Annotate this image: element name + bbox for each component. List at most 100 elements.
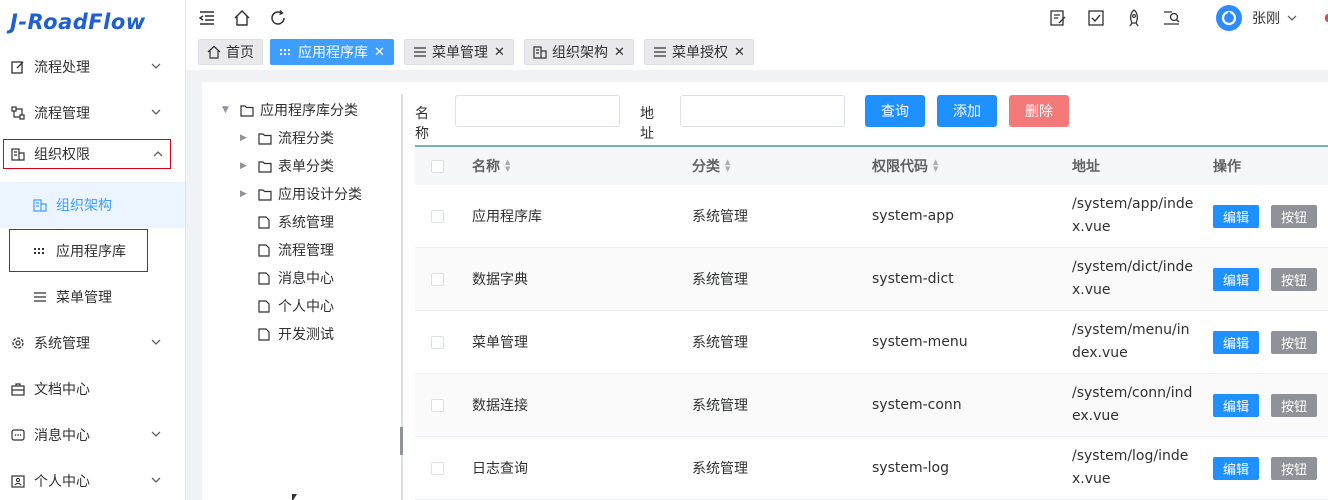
tab-menu-auth[interactable]: 菜单授权 ✕ [644,39,754,65]
document-icon [258,271,272,285]
row-checkbox[interactable] [431,248,444,310]
flow-icon [10,105,26,121]
message-icon [10,427,26,443]
cell-category: 系统管理 [692,335,748,351]
tab-home[interactable]: 首页 [198,39,263,65]
task-edit-icon[interactable] [1049,9,1067,27]
folder-icon [258,188,272,201]
caret-down-icon: ▼ [222,105,229,115]
buttons-button[interactable]: 按钮 [1271,393,1317,417]
edit-button[interactable]: 编辑 [1213,393,1259,417]
close-icon[interactable]: ✕ [614,45,625,60]
tab-app-library[interactable]: 应用程序库 ✕ [270,39,394,65]
sidebar-item-system-manage[interactable]: 系统管理 [0,320,185,366]
sidebar: J-RoadFlow 流程处理 流程管理 组织权限 组织架构 应用程序库 菜单管… [0,0,186,500]
buttons-button[interactable]: 按钮 [1271,204,1317,228]
add-button[interactable]: 添加 [937,95,997,127]
tree-node[interactable]: 消息中心 [258,265,334,291]
sidebar-item-org-permission[interactable]: 组织权限 [3,139,171,169]
close-icon[interactable]: ✕ [734,45,745,60]
menu-lines-icon [32,289,48,305]
grid-dots-icon [279,45,293,59]
tree-node-root[interactable]: ▼ 应用程序库分类 [222,97,358,123]
tree-node-label: 应用程序库分类 [260,103,358,119]
chevron-down-icon [151,431,161,437]
app-logo: J-RoadFlow [10,10,146,34]
tree-node[interactable]: ▶ 应用设计分类 [240,181,362,207]
rocket-icon[interactable] [1125,9,1143,27]
search-list-icon[interactable] [1163,9,1181,27]
select-all-checkbox[interactable] [431,147,444,185]
cell-name: 数据字典 [472,272,528,288]
address-input[interactable] [680,95,845,127]
sidebar-item-org-structure[interactable]: 组织架构 [0,182,185,228]
buttons-button[interactable]: 按钮 [1271,456,1317,480]
tree-node-label: 表单分类 [278,159,334,175]
table-header: 名称 ▲ ▼ 分类 ▲ ▼ 权限代码 ▲ ▼ 地址 操作 [415,145,1328,185]
edit-button[interactable]: 编辑 [1213,456,1259,480]
sort-icon[interactable]: ▲ ▼ [505,159,510,173]
document-icon [258,299,272,313]
tab-menu-manage[interactable]: 菜单管理 ✕ [404,39,514,65]
edit-button[interactable]: 编辑 [1213,330,1259,354]
sidebar-item-label: 组织架构 [56,198,112,214]
close-icon[interactable]: ✕ [494,45,505,60]
tree-node[interactable]: 系统管理 [258,209,334,235]
sidebar-item-menu-manage[interactable]: 菜单管理 [0,274,185,320]
tree-node[interactable]: ▶ 流程分类 [240,125,334,151]
sort-icon[interactable]: ▲ ▼ [933,159,938,173]
table-row[interactable]: 数据连接 系统管理 system-conn /system/conn/index… [415,374,1328,437]
sidebar-item-label: 个人中心 [34,474,90,490]
row-checkbox[interactable] [431,185,444,247]
header-name[interactable]: 名称 ▲ ▼ [472,147,510,185]
refresh-icon[interactable] [269,9,287,27]
folder-icon [258,160,272,173]
category-tree: ▼ 应用程序库分类 ▶ 流程分类 ▶ 表单分类 ▶ 应用设计分类 系统管理 流程… [202,82,398,500]
buttons-button[interactable]: 按钮 [1271,267,1317,291]
tree-node[interactable]: 开发测试 [258,321,334,347]
cell-actions: 编辑 按钮 [1213,311,1317,373]
row-checkbox[interactable] [431,374,444,436]
resize-handle[interactable] [400,427,403,455]
home-icon[interactable] [233,9,251,27]
user-menu[interactable]: 张刚 [1216,5,1298,31]
checkbox-icon[interactable] [1087,9,1105,27]
sort-icon[interactable]: ▲ ▼ [725,159,730,173]
menu-lines-icon [653,45,667,59]
header-code[interactable]: 权限代码 ▲ ▼ [872,147,938,185]
tree-node-label: 流程管理 [278,243,334,259]
tree-node[interactable]: 流程管理 [258,237,334,263]
sidebar-item-app-library[interactable]: 应用程序库 [9,229,148,272]
row-checkbox[interactable] [431,311,444,373]
cell-actions: 编辑 按钮 [1213,374,1317,436]
sidebar-item-personal-center[interactable]: 个人中心 [0,458,185,500]
edit-button[interactable]: 编辑 [1213,204,1259,228]
buttons-button[interactable]: 按钮 [1271,330,1317,354]
tab-org-structure[interactable]: 组织架构 ✕ [524,39,634,65]
edit-button[interactable]: 编辑 [1213,267,1259,291]
sidebar-item-label: 流程处理 [34,60,90,76]
close-icon[interactable]: ✕ [374,45,385,60]
query-button[interactable]: 查询 [865,95,925,127]
table-row[interactable]: 应用程序库 系统管理 system-app /system/app/index.… [415,185,1328,248]
sidebar-item-label: 应用程序库 [56,243,126,260]
sidebar-item-flow-process[interactable]: 流程处理 [0,44,185,90]
delete-button[interactable]: 删除 [1009,95,1069,127]
table-row[interactable]: 菜单管理 系统管理 system-menu /system/menu/index… [415,311,1328,374]
org-icon [533,45,547,59]
sidebar-item-doc-center[interactable]: 文档中心 [0,366,185,412]
header-category[interactable]: 分类 ▲ ▼ [692,147,730,185]
tree-node[interactable]: 个人中心 [258,293,334,319]
tree-node[interactable]: ▶ 表单分类 [240,153,334,179]
table-row[interactable]: 数据字典 系统管理 system-dict /system/dict/index… [415,248,1328,311]
cell-category: 系统管理 [692,272,748,288]
collapse-menu-icon[interactable] [198,9,216,27]
table-row[interactable]: 日志查询 系统管理 system-log /system/log/index.v… [415,437,1328,500]
sidebar-item-message-center[interactable]: 消息中心 [0,412,185,458]
row-checkbox[interactable] [431,437,444,499]
chevron-down-icon [151,477,161,483]
tab-label: 应用程序库 [298,45,368,61]
document-icon [258,243,272,257]
sidebar-item-flow-manage[interactable]: 流程管理 [0,90,185,136]
name-input[interactable] [455,95,620,127]
